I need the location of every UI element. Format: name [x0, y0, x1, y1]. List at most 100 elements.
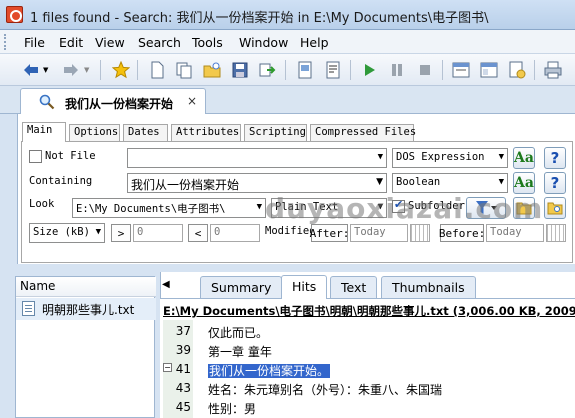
size-mode-value: Size (kB): [33, 226, 90, 238]
list-item[interactable]: 明朝那些事儿.txt: [16, 298, 156, 320]
layout-icon[interactable]: [478, 59, 500, 81]
subtab-options[interactable]: Options: [69, 124, 120, 141]
tab-search-label: 我们从一份档案开始: [65, 97, 174, 111]
new-page-icon[interactable]: [146, 59, 168, 81]
list-item-label: 明朝那些事儿.txt: [42, 303, 135, 317]
forward-dropdown-icon[interactable]: ▼: [84, 66, 89, 74]
calendar-icon[interactable]: [410, 224, 430, 242]
line-number: 37: [175, 324, 191, 338]
view-doc-icon[interactable]: [294, 59, 316, 81]
menu-search[interactable]: Search: [138, 35, 181, 50]
look-in-label: Look: [29, 198, 55, 210]
line-number: 45: [175, 400, 191, 414]
size-greater-input[interactable]: 0: [133, 224, 183, 242]
line-number: 41: [175, 362, 191, 376]
subtab-attributes[interactable]: Attributes: [171, 124, 241, 141]
chevron-down-icon: ▼: [498, 177, 504, 187]
stop-icon[interactable]: [414, 59, 436, 81]
calendar-icon[interactable]: [546, 224, 566, 242]
menu-file[interactable]: File: [24, 35, 45, 50]
before-button[interactable]: Before:: [439, 224, 485, 242]
look-in-value: E:\My Documents\电子图书\: [76, 203, 226, 215]
export-icon[interactable]: [257, 59, 279, 81]
window-icon[interactable]: [450, 59, 472, 81]
line-text-highlighted: 我们从一份档案开始。: [208, 362, 331, 379]
tab-search[interactable]: 我们从一份档案开始 ×: [20, 88, 206, 115]
tab-thumbnails[interactable]: Thumbnails: [381, 276, 476, 298]
copy-pages-icon[interactable]: [173, 59, 195, 81]
menu-window[interactable]: Window: [239, 35, 288, 50]
toolbar-separator: [285, 60, 286, 80]
line-number: 43: [175, 381, 191, 395]
before-date-input[interactable]: Today: [486, 224, 544, 242]
containing-value: 我们从一份档案开始: [131, 178, 240, 192]
containing-mode-value: Boolean: [396, 176, 441, 188]
line-text: 姓名：朱元璋别名（外号）：朱重八、朱国瑞: [208, 383, 443, 397]
folder-search-icon: [547, 202, 563, 215]
results-list: Name 明朝那些事儿.txt: [15, 276, 156, 418]
watermark: duyaoxiazai.com: [265, 192, 544, 225]
chevron-down-icon: ▼: [95, 227, 101, 237]
size-greater-button[interactable]: >: [111, 224, 131, 242]
size-less-input[interactable]: 0: [210, 224, 260, 242]
menu-grip: [4, 34, 7, 50]
toolbar-separator: [350, 60, 351, 80]
line-text: 性别：男: [208, 402, 257, 416]
subtab-compressed-files[interactable]: Compressed Files: [310, 124, 416, 141]
printer-icon[interactable]: [542, 59, 564, 81]
forward-arrow-icon[interactable]: [60, 59, 82, 81]
line-text: 仅此而已。: [208, 326, 269, 340]
toolbar-separator: [100, 60, 101, 80]
menu-tools[interactable]: Tools: [192, 35, 223, 50]
select-text-icon[interactable]: [322, 59, 344, 81]
close-icon[interactable]: ×: [187, 94, 197, 108]
modified-label: Modified: [265, 225, 316, 237]
toolbar-separator: [137, 60, 138, 80]
name-column-header[interactable]: Name: [16, 277, 156, 297]
menu-view[interactable]: View: [95, 35, 125, 50]
help-button[interactable]: ?: [544, 172, 566, 194]
not-file-mode-value: DOS Expression: [396, 151, 485, 163]
size-mode-select[interactable]: Size (kB) ▼: [29, 223, 105, 243]
tab-hits[interactable]: Hits: [281, 275, 328, 299]
save-disk-icon[interactable]: [229, 59, 251, 81]
menu-help[interactable]: Help: [300, 35, 329, 50]
subtab-scripting[interactable]: Scripting: [244, 124, 307, 141]
title-bar: 1 files found - Search: 我们从一份档案开始 in E:\…: [0, 0, 575, 30]
match-case-button[interactable]: Aa: [513, 172, 535, 194]
look-in-input[interactable]: E:\My Documents\电子图书\ ▼: [72, 198, 266, 218]
settings-doc-icon[interactable]: [506, 59, 528, 81]
chevron-down-icon: ▼: [498, 152, 504, 162]
chevron-down-icon: ▼: [376, 177, 383, 187]
after-button[interactable]: After:: [310, 224, 349, 242]
containing-input[interactable]: 我们从一份档案开始 ▼: [127, 173, 387, 193]
play-icon[interactable]: [358, 59, 380, 81]
tab-text[interactable]: Text: [330, 276, 378, 298]
tab-summary[interactable]: Summary: [200, 276, 283, 298]
app-icon: [6, 6, 23, 23]
not-file-checkbox[interactable]: [29, 150, 42, 163]
help-button[interactable]: ?: [544, 147, 566, 169]
back-arrow-icon[interactable]: [20, 59, 42, 81]
star-icon[interactable]: [110, 59, 132, 81]
chevron-down-icon: ▼: [256, 202, 262, 212]
toolbar-separator: [442, 60, 443, 80]
containing-mode-select[interactable]: Boolean ▼: [392, 173, 508, 193]
subtab-main[interactable]: Main: [22, 122, 66, 142]
match-case-button[interactable]: Aa: [513, 147, 535, 169]
browse-folder-button[interactable]: [544, 197, 566, 219]
menu-edit[interactable]: Edit: [59, 35, 83, 50]
scroll-tabs-left-icon[interactable]: ◀: [162, 279, 170, 290]
hit-file-header[interactable]: E:\My Documents\电子图书\明朝\明朝那些事儿.txt (3,00…: [163, 303, 575, 319]
not-file-label: Not File: [45, 150, 96, 162]
back-dropdown-icon[interactable]: ▼: [43, 66, 48, 74]
not-file-input[interactable]: ▼: [127, 148, 387, 168]
size-less-button[interactable]: <: [188, 224, 208, 242]
subtab-dates[interactable]: Dates: [123, 124, 168, 141]
after-date-input[interactable]: Today: [350, 224, 408, 242]
search-hit-highlight[interactable]: 我们从一份档案开始。: [208, 364, 331, 378]
search-icon: [39, 94, 55, 110]
pause-icon[interactable]: [386, 59, 408, 81]
open-folder-icon[interactable]: [201, 59, 223, 81]
not-file-mode-select[interactable]: DOS Expression ▼: [392, 148, 508, 168]
